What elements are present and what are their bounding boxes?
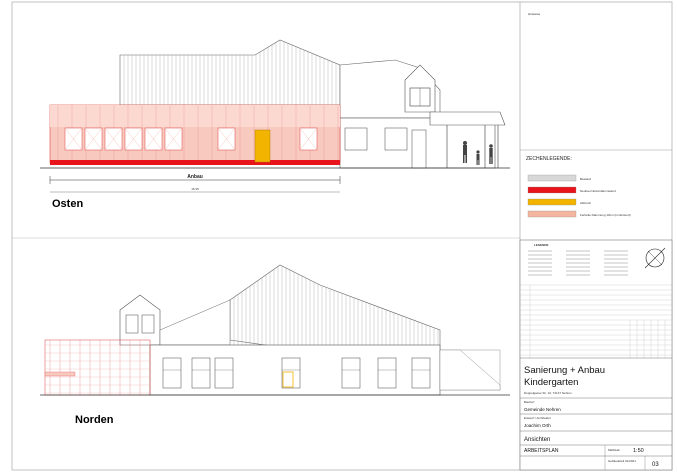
- legend-swatch: [527, 174, 577, 182]
- north-main-roof: [229, 264, 441, 351]
- legend-item: Neubau Nutzerdämmwand: [527, 186, 616, 194]
- legend-item: Bestand: [527, 174, 591, 182]
- north-window: [162, 357, 182, 389]
- east-window: [144, 127, 163, 151]
- project-address: Doppelgasse Str. 10, 72147 Nehren: [524, 391, 572, 395]
- east-demolition-door: [254, 129, 271, 163]
- north-demolition-window: [282, 371, 294, 388]
- legend-item-label: Neubau Nutzerdämmwand: [580, 189, 616, 193]
- legend-item: Abbruch: [527, 198, 592, 206]
- east-window: [84, 127, 103, 151]
- north-view-label: Norden: [75, 414, 114, 426]
- plan-number: 03: [652, 462, 659, 468]
- east-dimension: 16.35: [191, 187, 199, 191]
- anbau-label: Anbau: [187, 174, 203, 180]
- project-line2: Kindergarten: [524, 377, 578, 388]
- east-canopy: [429, 111, 506, 126]
- drawing-type: Ansichten: [524, 437, 550, 443]
- architectural-sheet: Anbau 16.35 Osten Norden Hinweise ZECHEN…: [11, 1, 673, 471]
- pergola-lines: [45, 340, 150, 395]
- north-elevation: Norden: [40, 264, 510, 426]
- north-window: [411, 357, 431, 389]
- east-window: [164, 127, 183, 151]
- east-elevation: Anbau 16.35 Osten: [40, 39, 510, 210]
- legend-item-label: Abbruch: [580, 201, 592, 205]
- north-window: [214, 357, 234, 389]
- plan-type: ARBEITSPLAN: [524, 448, 559, 454]
- legend-swatch: [527, 210, 577, 218]
- legende-label: LEGENDE: [534, 243, 549, 247]
- legend-swatch: [527, 198, 577, 206]
- north-window: [377, 357, 397, 389]
- architect-name: Joachim Orth: [524, 423, 551, 428]
- revision-label: Gebäudeteil 01/2021: [608, 459, 636, 463]
- bauherr-name: Gemeinde Nehren: [524, 407, 561, 412]
- east-window: [124, 127, 143, 151]
- east-window: [104, 127, 123, 151]
- legend-title: ZECHENLEGENDE:: [526, 156, 572, 162]
- legend-item: Fertteile Dämmung 10cm (im Entwurf): [527, 210, 631, 218]
- east-door: [411, 129, 427, 169]
- east-window: [64, 127, 83, 151]
- bauherr-label: Bauherr: [524, 400, 535, 404]
- legend-panel: Hinweise ZECHENLEGENDE: Bestand Neubau Nu…: [520, 12, 672, 218]
- scale-label: Maßstab: [608, 448, 620, 452]
- scale-value: 1:50: [633, 448, 644, 454]
- architect-label: Entwurf / Architektur: [524, 416, 551, 420]
- title-block: LEGENDE Sanierung + Anbau Kindergarten D…: [519, 239, 673, 471]
- east-main-roof: [119, 39, 341, 106]
- east-window: [299, 127, 318, 151]
- north-pergola: [44, 339, 151, 396]
- east-view-label: Osten: [52, 198, 83, 210]
- legend-item-label: Fertteile Dämmung 10cm (im Entwurf): [580, 213, 631, 217]
- legend-item-label: Bestand: [580, 177, 591, 181]
- legend-swatch: [527, 186, 577, 194]
- hinweise-label: Hinweise: [528, 12, 541, 16]
- north-window: [191, 357, 211, 389]
- north-window: [341, 357, 361, 389]
- project-line1: Sanierung + Anbau: [524, 365, 605, 376]
- east-new-wall-band: [50, 160, 340, 165]
- east-window: [217, 127, 236, 151]
- north-windows: [162, 357, 431, 389]
- legend-items: Bestand Neubau Nutzerdämmwand Abbruch Fertt…: [527, 174, 631, 218]
